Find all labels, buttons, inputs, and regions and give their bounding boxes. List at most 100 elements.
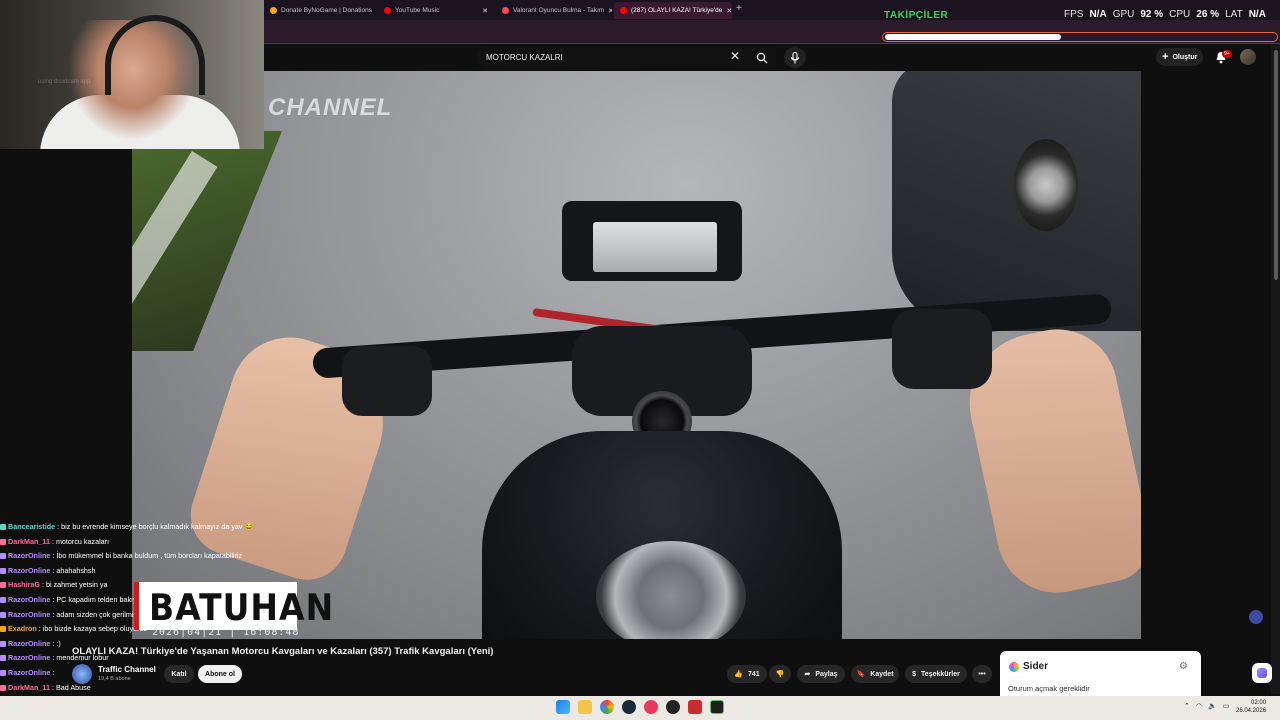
chat-badge-icon [0,597,6,604]
thanks-icon: $ [912,670,917,678]
tab-favicon-icon [270,7,277,14]
account-avatar[interactable] [1240,49,1256,65]
gpu-value: 92 % [1140,9,1164,20]
dislike-button[interactable]: 👎 [769,665,791,683]
chat-username: Bancearistide [8,522,56,531]
search-button[interactable] [750,47,774,68]
channel-name[interactable]: Traffic Channel [98,665,156,674]
system-tray[interactable]: ⌃ ◠ 🔈 ▭ [1184,702,1229,710]
chevron-up-icon[interactable]: ⌃ [1184,702,1190,710]
like-count: 741 [748,670,760,678]
like-button[interactable]: 👍 741 [727,665,767,683]
floating-widget-icon[interactable] [1249,610,1263,624]
file-explorer-icon[interactable] [578,700,592,714]
clock-date: 26.04.2026 [1236,708,1267,714]
new-tab-button[interactable]: + [736,3,742,14]
chat-text: : biz bu evrende kimseye borçlu kalmadık… [57,522,254,531]
video-title: OLAYLI KAZA! Türkiye'de Yaşanan Motorcu … [72,646,494,657]
chat-username: RazorOnline [8,609,51,619]
cpu-label: CPU [1169,9,1191,20]
chat-text: : :) [52,638,61,648]
save-button[interactable]: 🔖 Kaydet [851,665,899,683]
tab-favicon-icon [502,7,509,14]
chat-badge-icon [0,640,6,647]
tab-close-icon[interactable]: ✕ [482,7,488,15]
followers-label: TAKİPÇİLER [884,10,949,21]
more-actions-button[interactable]: ••• [972,665,992,683]
thumbs-down-icon: 👎 [775,671,785,678]
volume-icon[interactable]: 🔈 [1208,702,1217,710]
clock-time: 02:00 [1251,700,1267,706]
tab-close-icon[interactable]: ✕ [608,7,612,15]
name-plate: BATUHAN [134,582,333,630]
notification-badge: 9+ [1222,50,1232,58]
tab-favicon-icon [384,7,391,14]
browser-tab[interactable]: Donate ByNoGame | Donations ✕ [264,2,376,19]
thanks-button[interactable]: $ Teşekkürler [905,665,967,683]
browser-tab[interactable]: Valorant Oyuncu Bulma - Takım ✕ [496,2,612,19]
windows-taskbar [0,696,1280,720]
chat-badge-icon [0,553,6,560]
search-query: MOTORCU KAZALRI [486,53,563,62]
video-channel-watermark: CHANNEL [268,94,393,121]
terminal-icon[interactable] [710,700,724,714]
channel-avatar[interactable] [72,664,92,684]
chat-badge-icon [0,582,6,589]
chat-text: : ibo bizde kazaya sebep oluyoruz [38,624,148,634]
opera-icon[interactable] [644,700,658,714]
create-button[interactable]: + Oluştur [1156,48,1204,66]
sider-login-message: Oturum açmak gereklidir [1008,684,1090,693]
thumbs-up-icon: 👍 [734,671,744,678]
chat-badge-icon [0,524,6,531]
browser-tab-active[interactable]: (287) OLAYLI KAZA! Türkiye'de ✕ [614,2,732,19]
video-left-switch [342,346,432,416]
cpu-value: 26 % [1196,9,1220,20]
subscribe-label: Abone ol [205,670,235,678]
chat-username: RazorOnline [8,565,51,575]
plus-icon: + [1162,51,1169,63]
webcam-watermark: using droidcam app [38,79,91,85]
wifi-icon[interactable]: ◠ [1196,702,1202,710]
chat-badge-icon [0,567,6,574]
subscribe-button[interactable]: Abone ol [198,665,242,683]
battery-icon[interactable]: ▭ [1223,702,1230,710]
valorant-icon[interactable] [688,700,702,714]
clear-search-icon[interactable]: ✕ [730,49,740,63]
chat-text: : ahahahshsh [52,565,96,575]
gear-icon[interactable]: ⚙ [1179,661,1188,672]
chat-badge-icon [0,670,6,677]
sider-panel[interactable]: Sider ⚙ Oturum açmak gereklidir [1000,651,1201,696]
tab-close-icon[interactable]: ✕ [726,7,732,15]
channel-subscribers: 19,4 B abone [98,676,131,682]
chat-username: RazorOnline [8,653,51,663]
sider-logo-icon [1009,662,1019,672]
chrome-icon[interactable] [600,700,614,714]
sider-title: Sider [1023,661,1049,672]
sider-launcher-button[interactable] [1252,663,1272,683]
chat-badge-icon [0,626,6,633]
scrollbar-thumb[interactable] [1274,50,1278,280]
chat-username: RazorOnline [8,551,51,561]
steam-icon[interactable] [622,700,636,714]
share-label: Paylaş [815,670,838,678]
save-label: Kaydet [870,670,894,678]
performance-stats: FPS N/A GPU 92 % CPU 26 % LAT N/A [1064,9,1266,20]
join-button[interactable]: Katıl [164,665,194,683]
browser-tab[interactable]: YouTube Music ✕ [378,2,494,19]
chat-username: RazorOnline [8,638,51,648]
lat-label: LAT [1225,9,1243,20]
video-player[interactable] [132,71,1141,639]
fps-label: FPS [1064,9,1084,20]
share-icon: ➦ [804,671,811,678]
obs-icon[interactable] [666,700,680,714]
start-icon[interactable] [556,700,570,714]
chat-text: : motorcu kazaları [51,536,110,546]
more-icon: ••• [978,670,986,678]
chat-username: RazorOnline [8,667,51,677]
taskbar-clock[interactable]: 02:00 26.04.2026 [1236,699,1266,715]
tab-label: (287) OLAYLI KAZA! Türkiye'de [631,7,723,14]
share-button[interactable]: ➦ Paylaş [797,665,845,683]
tab-label: Valorant Oyuncu Bulma - Takım [513,7,605,14]
search-icon [756,52,768,63]
voice-search-button[interactable] [784,47,806,68]
